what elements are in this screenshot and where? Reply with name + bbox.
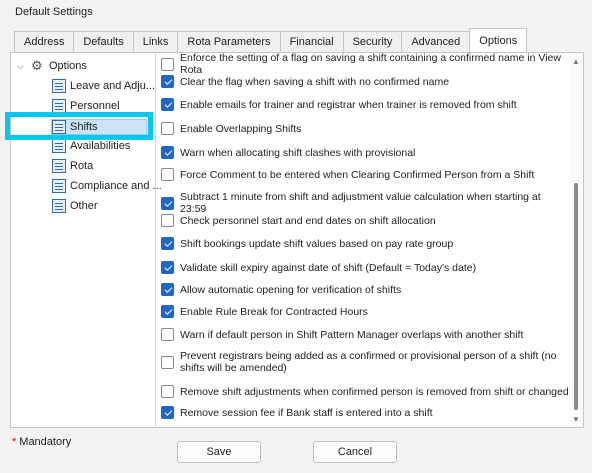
options-panel: ⌵ ⚙ Options Leave and Adju... Personnel …	[5, 52, 584, 428]
tab-security[interactable]: Security	[342, 31, 403, 52]
mandatory-label: Mandatory	[19, 436, 72, 448]
tree-item-label: Availabilities	[70, 140, 131, 152]
option-label: Warn when allocating shift clashes with …	[180, 146, 416, 159]
option-label: Enforce the setting of a flag on saving …	[180, 53, 561, 76]
option-label: Enable Rule Break for Contracted Hours	[180, 305, 368, 318]
tree-item-label: Other	[70, 200, 98, 212]
option-label: Check personnel start and end dates on s…	[180, 214, 436, 227]
tab-options[interactable]: Options	[469, 28, 528, 52]
settings-page-icon	[52, 159, 66, 173]
option-checkbox[interactable]	[161, 146, 174, 159]
option-checkbox[interactable]	[161, 355, 174, 369]
scroll-up-arrow-icon[interactable]: ▲	[572, 57, 580, 66]
option-row[interactable]: Clear the flag when saving a shift with …	[161, 75, 569, 88]
option-row[interactable]: Enable emails for trainer and registrar …	[161, 98, 569, 111]
chevron-down-icon[interactable]: ⌵	[17, 61, 27, 72]
option-checkbox[interactable]	[161, 237, 174, 250]
option-checkbox[interactable]	[161, 406, 174, 419]
option-checkbox[interactable]	[161, 122, 174, 135]
option-label: Subtract 1 minute from shift and adjustm…	[180, 191, 541, 215]
tree-item-rota[interactable]: Rota	[52, 157, 93, 175]
option-label: Enable emails for trainer and registrar …	[180, 98, 517, 111]
option-checkbox[interactable]	[161, 305, 174, 318]
settings-page-icon	[52, 199, 66, 213]
settings-page-icon	[52, 79, 66, 93]
tree-item-compliance[interactable]: Compliance and ...	[52, 177, 162, 195]
options-tree: ⌵ ⚙ Options Leave and Adju... Personnel …	[5, 53, 162, 427]
tree-item-label: Shifts	[70, 121, 98, 133]
option-label: Warn if default person in Shift Pattern …	[180, 328, 524, 341]
option-checkbox[interactable]	[161, 385, 174, 398]
option-row[interactable]: Remove shift adjustments when confirmed …	[161, 385, 569, 398]
tab-rota-parameters[interactable]: Rota Parameters	[177, 31, 281, 52]
option-row[interactable]: Enable Rule Break for Contracted Hours	[161, 305, 569, 318]
option-label: Validate skill expiry against date of sh…	[180, 261, 477, 274]
tree-item-label: Rota	[70, 160, 94, 172]
window-title: Default Settings	[15, 6, 93, 18]
option-checkbox[interactable]	[161, 98, 174, 111]
option-row[interactable]: Subtract 1 minute from shift and adjustm…	[161, 191, 569, 215]
option-row[interactable]: Shift bookings update shift values based…	[161, 237, 569, 250]
option-row[interactable]: Warn when allocating shift clashes with …	[161, 146, 569, 159]
option-row[interactable]: Force Comment to be entered when Clearin…	[161, 168, 569, 181]
tab-financial[interactable]: Financial	[279, 31, 344, 52]
shift-options-list: Enforce the setting of a flag on saving …	[157, 53, 569, 427]
tree-item-other[interactable]: Other	[52, 197, 98, 215]
option-checkbox[interactable]	[161, 261, 174, 274]
option-label: Allow automatic opening for verification…	[180, 283, 402, 296]
mandatory-note: * Mandatory	[12, 436, 71, 448]
settings-page-icon	[52, 120, 66, 134]
option-checkbox[interactable]	[161, 196, 174, 210]
settings-page-icon	[52, 139, 66, 153]
option-row[interactable]: Warn if default person in Shift Pattern …	[161, 328, 569, 341]
option-checkbox[interactable]	[161, 214, 174, 227]
option-label: Remove session fee if Bank staff is ente…	[180, 406, 433, 419]
option-label: Clear the flag when saving a shift with …	[180, 75, 450, 88]
option-row[interactable]: Prevent registrars being added as a conf…	[161, 350, 569, 374]
tree-item-leave[interactable]: Leave and Adju...	[52, 77, 155, 95]
option-label: Remove shift adjustments when confirmed …	[180, 385, 569, 398]
tree-item-shifts[interactable]: Shifts	[52, 118, 98, 136]
vertical-scrollbar[interactable]: ▲ ▼	[569, 53, 583, 427]
tree-root-label: Options	[49, 60, 87, 72]
gear-icon: ⚙	[31, 58, 43, 73]
tree-item-label: Compliance and ...	[70, 180, 162, 192]
tab-bar: Address Defaults Links Rota Parameters F…	[14, 28, 528, 52]
tab-links[interactable]: Links	[132, 31, 179, 52]
save-button[interactable]: Save	[177, 441, 261, 463]
option-row[interactable]: Remove session fee if Bank staff is ente…	[161, 406, 569, 419]
tab-advanced[interactable]: Advanced	[401, 31, 471, 52]
option-row[interactable]: Enforce the setting of a flag on saving …	[161, 53, 569, 76]
tree-root-options[interactable]: ⌵ ⚙ Options	[17, 57, 87, 75]
option-checkbox[interactable]	[161, 168, 174, 181]
tab-address[interactable]: Address	[14, 31, 75, 52]
option-checkbox[interactable]	[161, 57, 174, 71]
scrollbar-thumb[interactable]	[574, 183, 578, 410]
option-label: Enable Overlapping Shifts	[180, 122, 302, 135]
option-row[interactable]: Enable Overlapping Shifts	[161, 122, 569, 135]
option-label: Force Comment to be entered when Clearin…	[180, 168, 535, 181]
option-checkbox[interactable]	[161, 283, 174, 296]
option-row[interactable]: Check personnel start and end dates on s…	[161, 214, 569, 227]
option-label: Prevent registrars being added as a conf…	[180, 350, 557, 374]
settings-page-icon	[52, 99, 66, 113]
required-asterisk: *	[12, 436, 17, 448]
scroll-down-arrow-icon[interactable]: ▼	[572, 415, 580, 424]
cancel-button[interactable]: Cancel	[313, 441, 397, 463]
option-row[interactable]: Allow automatic opening for verification…	[161, 283, 569, 296]
tree-item-label: Leave and Adju...	[70, 80, 156, 92]
option-row[interactable]: Validate skill expiry against date of sh…	[161, 261, 569, 274]
option-checkbox[interactable]	[161, 75, 174, 88]
tab-defaults[interactable]: Defaults	[73, 31, 134, 52]
option-label: Shift bookings update shift values based…	[180, 237, 454, 250]
settings-page-icon	[52, 179, 66, 193]
tree-item-label: Personnel	[70, 100, 120, 112]
option-checkbox[interactable]	[161, 328, 174, 341]
